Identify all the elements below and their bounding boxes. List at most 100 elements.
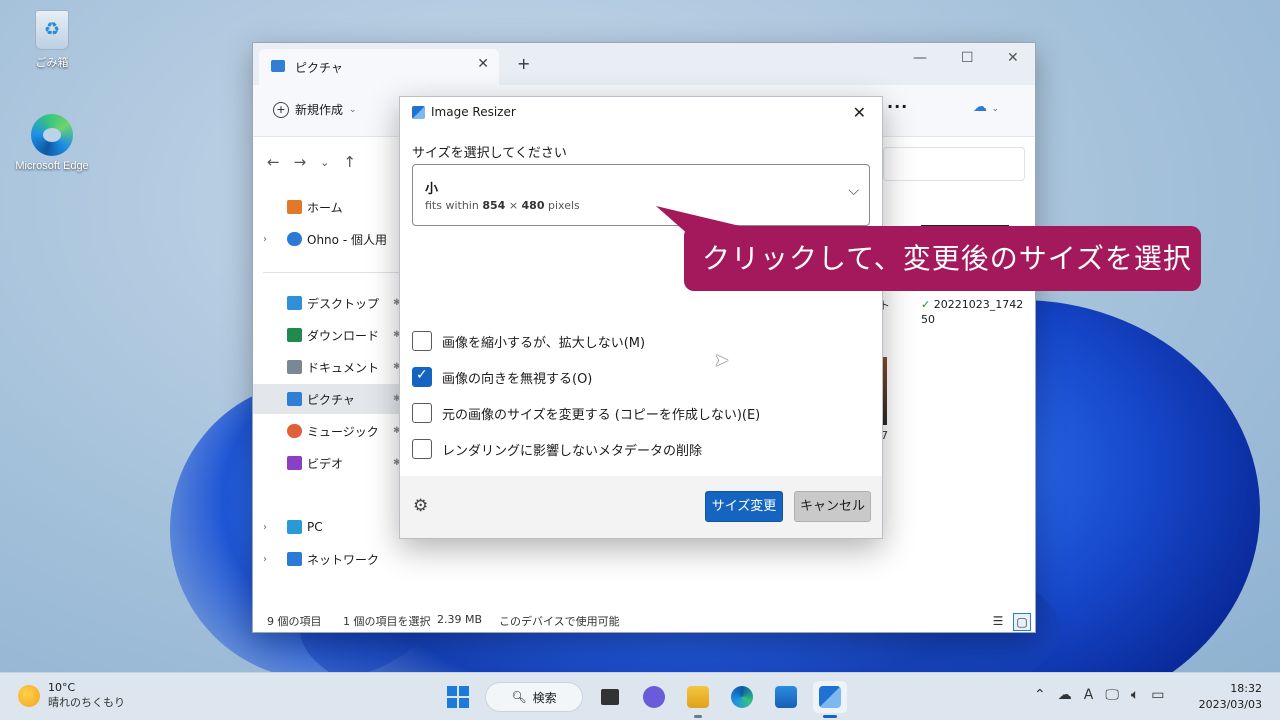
option-shrink-only[interactable]: 画像を縮小するが、拡大しない(M) — [412, 331, 645, 351]
pictures-icon — [271, 60, 285, 72]
sidebar-item-label: ダウンロード — [307, 328, 380, 343]
up-arrow-icon[interactable]: ↑ — [343, 153, 356, 171]
sidebar-item-pictures[interactable]: ピクチャ ✱ — [253, 384, 411, 414]
chevron-down-icon: ⌵ — [848, 183, 859, 199]
sidebar-item-music[interactable]: ミュージック ✱ — [253, 416, 411, 446]
option-label: 画像の向きを無視する(O) — [442, 371, 593, 387]
pictures-icon — [287, 392, 302, 406]
desktop-icon-recycle-bin[interactable]: ごみ箱 — [8, 10, 96, 70]
video-icon — [287, 456, 302, 470]
availability-status: このデバイスで使用可能 — [499, 615, 620, 628]
system-tray: ⌃ ☁ A 🖵︎ 🔈︎ ▭ — [1034, 687, 1164, 703]
sidebar-item-label: ピクチャ — [307, 392, 355, 407]
file-name: 20221023_1742 — [933, 298, 1024, 311]
back-arrow-icon[interactable]: ← — [267, 153, 280, 171]
recent-chevron-icon[interactable]: ⌄ — [320, 153, 329, 171]
tab-label: ピクチャ — [295, 61, 343, 75]
start-button[interactable] — [441, 681, 475, 713]
selection-size: 2.39 MB — [437, 613, 483, 626]
more-options-button[interactable]: ··· — [887, 97, 908, 116]
remove-metadata-checkbox[interactable] — [412, 439, 432, 459]
windows-logo-icon — [447, 686, 469, 708]
minimize-button[interactable]: — — [913, 50, 927, 66]
taskbar-image-resizer[interactable] — [813, 681, 847, 718]
image-resizer-dialog: Image Resizer ✕ サイズを選択してください 小 fits with… — [399, 96, 883, 539]
taskbar-file-explorer[interactable] — [681, 681, 715, 718]
maximize-button[interactable]: ☐ — [961, 50, 974, 66]
sidebar-item-desktop[interactable]: デスクトップ ✱ — [253, 288, 411, 318]
ignore-orientation-checkbox[interactable] — [412, 367, 432, 387]
sidebar-item-label: ネットワーク — [307, 552, 380, 567]
taskbar: 10°C 晴れのちくもり 🔍︎ 検索 ⌃ ☁ A 🖵︎ 🔈︎ ▭ 18:32 2… — [0, 672, 1280, 720]
new-button-label: 新規作成 — [295, 103, 344, 117]
task-view-button[interactable] — [593, 681, 627, 713]
resize-button[interactable]: サイズ変更 — [705, 491, 783, 522]
replace-original-checkbox[interactable] — [412, 403, 432, 423]
music-icon — [287, 424, 302, 438]
explorer-tab-bar: ピクチャ ✕ + — ☐ ✕ — [253, 43, 1035, 85]
clock-time: 18:32 — [1230, 682, 1262, 695]
search-box[interactable] — [883, 147, 1025, 181]
sidebar-item-network[interactable]: › ネットワーク — [253, 544, 411, 574]
mouse-cursor-icon: ➤ — [714, 350, 730, 371]
sidebar-item-home[interactable]: ホーム — [253, 192, 411, 222]
chevron-up-icon[interactable]: ⌃ — [1034, 687, 1046, 703]
size-dropdown[interactable]: 小 fits within 854 × 480 pixels ⌵ — [412, 164, 870, 226]
sidebar-item-documents[interactable]: ドキュメント ✱ — [253, 352, 411, 382]
chevron-right-icon[interactable]: › — [263, 234, 267, 245]
image-resizer-icon — [819, 686, 841, 708]
sidebar-item-label: ホーム — [307, 200, 343, 215]
file-name-cont: 50 — [921, 313, 935, 326]
sidebar-item-downloads[interactable]: ダウンロード ✱ — [253, 320, 411, 350]
search-icon: 🔍︎ — [511, 690, 527, 704]
sidebar-item-onedrive[interactable]: › Ohno - 個人用 — [253, 224, 411, 254]
dialog-titlebar: Image Resizer — [412, 105, 516, 119]
weather-widget[interactable]: 10°C 晴れのちくもり — [18, 681, 125, 710]
ime-indicator[interactable]: A — [1084, 687, 1094, 703]
sidebar-item-pc[interactable]: › PC — [253, 512, 411, 542]
chevron-right-icon[interactable]: › — [263, 554, 267, 565]
sidebar-item-videos[interactable]: ビデオ ✱ — [253, 448, 411, 478]
file-caption[interactable]: ✓ 20221023_1742 50 — [921, 297, 1023, 327]
sidebar-item-label: デスクトップ — [307, 296, 380, 311]
taskbar-edge[interactable] — [725, 681, 759, 713]
taskbar-search[interactable]: 🔍︎ 検索 — [485, 682, 583, 712]
battery-icon[interactable]: ▭ — [1151, 687, 1164, 703]
task-view-icon — [601, 689, 619, 705]
network-icon[interactable]: 🖵︎ — [1105, 687, 1119, 703]
selection-count: 1 個の項目を選択 — [343, 615, 431, 628]
volume-icon[interactable]: 🔈︎ — [1131, 687, 1139, 703]
gear-icon[interactable]: ⚙ — [413, 496, 428, 516]
desktop-icon-edge[interactable]: Microsoft Edge — [8, 114, 96, 172]
onedrive-icon[interactable]: ☁ ⌄ — [973, 99, 999, 115]
details-view-button[interactable]: ☰ — [989, 613, 1007, 631]
search-label: 検索 — [532, 690, 557, 705]
dialog-footer: ⚙ サイズ変更 キャンセル — [400, 476, 882, 538]
shrink-only-checkbox[interactable] — [412, 331, 432, 351]
large-icons-view-button[interactable]: ▢ — [1013, 613, 1031, 631]
option-remove-metadata[interactable]: レンダリングに影響しないメタデータの削除 — [412, 439, 702, 459]
option-ignore-orientation[interactable]: 画像の向きを無視する(O) — [412, 367, 592, 387]
store-icon — [775, 686, 797, 708]
onedrive-icon[interactable]: ☁ — [1058, 687, 1072, 703]
divider — [263, 272, 399, 273]
onedrive-icon — [287, 232, 302, 246]
new-button[interactable]: + 新規作成 ⌄ — [273, 101, 357, 118]
clock[interactable]: 18:32 2023/03/03 — [1199, 681, 1262, 713]
dialog-close-button[interactable]: ✕ — [853, 103, 866, 122]
size-description: fits within 854 × 480 pixels — [425, 199, 580, 212]
status-bar: 9 個の項目 1 個の項目を選択 2.39 MB このデバイスで使用可能 ☰ ▢ — [253, 608, 1035, 632]
navigation-buttons: ← → ⌄ ↑ — [267, 153, 356, 171]
window-close-button[interactable]: ✕ — [1007, 50, 1019, 66]
close-tab-icon[interactable]: ✕ — [477, 56, 489, 72]
new-tab-button[interactable]: + — [517, 54, 530, 73]
tab-pictures[interactable]: ピクチャ ✕ — [259, 49, 499, 85]
option-replace-original[interactable]: 元の画像のサイズを変更する (コピーを作成しない)(E) — [412, 403, 760, 423]
weather-condition: 晴れのちくもり — [48, 696, 125, 709]
cancel-button[interactable]: キャンセル — [794, 491, 871, 522]
chevron-right-icon[interactable]: › — [263, 522, 267, 533]
plus-icon: + — [273, 101, 289, 118]
taskbar-store[interactable] — [769, 681, 803, 713]
forward-arrow-icon[interactable]: → — [294, 153, 307, 171]
chat-button[interactable] — [637, 681, 671, 713]
